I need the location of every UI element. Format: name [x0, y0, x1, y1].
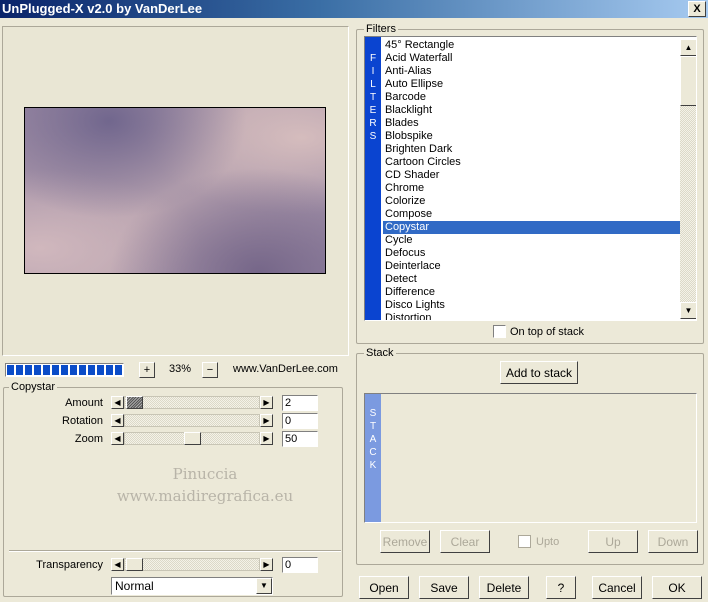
filter-list-item[interactable]: Colorize [383, 195, 680, 208]
amount-track[interactable] [124, 396, 260, 409]
strip-letter: L [370, 79, 376, 90]
filter-list-item[interactable]: Blobspike [383, 130, 680, 143]
zoom-param-decrease-button[interactable]: ◀ [111, 432, 124, 445]
zoom-in-button[interactable]: + [139, 362, 155, 378]
transparency-thumb[interactable] [126, 558, 143, 571]
preview-image[interactable] [24, 107, 326, 274]
filter-list-item[interactable]: Cartoon Circles [383, 156, 680, 169]
filter-list-item[interactable]: Barcode [383, 91, 680, 104]
rotation-decrease-button[interactable]: ◀ [111, 414, 124, 427]
filter-list-item[interactable]: Defocus [383, 247, 680, 260]
filter-list-item[interactable]: Brighten Dark [383, 143, 680, 156]
strip-letter: R [369, 118, 377, 129]
transparency-decrease-button[interactable]: ◀ [111, 558, 124, 571]
delete-button[interactable]: Delete [479, 576, 529, 599]
filter-list-item[interactable]: Blades [383, 117, 680, 130]
filter-scrollbar[interactable]: ▲ ▼ [680, 39, 696, 319]
help-button[interactable]: ? [546, 576, 576, 599]
filter-list-item[interactable]: Distortion [383, 312, 680, 320]
filter-list-item[interactable]: Copystar [383, 221, 680, 234]
amount-increase-button[interactable]: ▶ [260, 396, 273, 409]
strip-letter: T [369, 92, 377, 103]
transparency-input[interactable] [282, 557, 318, 573]
website-link[interactable]: www.VanDerLee.com [233, 363, 338, 375]
filters-group-title: Filters [364, 23, 398, 35]
filter-list-item[interactable]: Deinterlace [383, 260, 680, 273]
amount-input[interactable] [282, 395, 318, 411]
window-title: UnPlugged-X v2.0 by VanDerLee [2, 1, 203, 16]
zoom-param-thumb[interactable] [184, 432, 201, 445]
blend-mode-value: Normal [115, 579, 154, 593]
upto-label: Upto [536, 536, 560, 548]
filter-items: 45° Rectangle Acid Waterfall Anti-Alias Aut… [383, 39, 680, 320]
transparency-track[interactable] [124, 558, 260, 571]
filter-list-item[interactable]: CD Shader [383, 169, 680, 182]
down-button[interactable]: Down [648, 530, 698, 553]
title-bar: UnPlugged-X v2.0 by VanDerLee X [0, 0, 708, 18]
filters-strip: F I L T E R S [365, 37, 381, 320]
filter-list-item[interactable]: Chrome [383, 182, 680, 195]
strip-letter: E [369, 105, 377, 116]
cancel-button[interactable]: Cancel [592, 576, 642, 599]
strip-letter: S [369, 408, 377, 419]
filter-list-item[interactable]: Auto Ellipse [383, 78, 680, 91]
clear-button[interactable]: Clear [440, 530, 490, 553]
on-top-label: On top of stack [510, 326, 584, 338]
rotation-input[interactable] [282, 413, 318, 429]
zoom-param-input[interactable] [282, 431, 318, 447]
stack-strip: S T A C K [365, 394, 381, 522]
remove-button[interactable]: Remove [380, 530, 430, 553]
filter-list[interactable]: F I L T E R S 45° Rectangle Acid Waterfal… [364, 36, 697, 321]
stack-group-title: Stack [364, 347, 396, 359]
divider [9, 550, 341, 552]
zoom-out-button[interactable]: − [202, 362, 218, 378]
filter-list-item[interactable]: Anti-Alias [383, 65, 680, 78]
filter-list-item[interactable]: Difference [383, 286, 680, 299]
strip-letter: S [369, 131, 377, 142]
strip-letter: C [369, 447, 377, 458]
open-button[interactable]: Open [359, 576, 409, 599]
amount-decrease-button[interactable]: ◀ [111, 396, 124, 409]
blend-mode-select[interactable]: Normal ▼ [111, 577, 273, 595]
transparency-label: Transparency [36, 559, 103, 571]
close-button[interactable]: X [688, 1, 706, 17]
rotation-track[interactable] [124, 414, 260, 427]
upto-checkbox[interactable] [518, 535, 531, 548]
on-top-checkbox[interactable] [493, 325, 506, 338]
filter-list-item[interactable]: Disco Lights [383, 299, 680, 312]
rotation-increase-button[interactable]: ▶ [260, 414, 273, 427]
scroll-thumb[interactable] [680, 56, 696, 106]
watermark-url: www.maidiregrafica.eu [116, 487, 294, 505]
ok-button[interactable]: OK [652, 576, 702, 599]
filter-list-item[interactable]: Acid Waterfall [383, 52, 680, 65]
params-group-title: Copystar [9, 381, 58, 393]
scroll-up-button[interactable]: ▲ [680, 39, 696, 56]
zoom-level: 33% [168, 363, 192, 375]
amount-thumb[interactable] [126, 396, 143, 409]
transparency-increase-button[interactable]: ▶ [260, 558, 273, 571]
watermark-name: Pinuccia [172, 465, 238, 483]
up-button[interactable]: Up [588, 530, 638, 553]
chevron-down-icon[interactable]: ▼ [256, 578, 272, 594]
filter-list-item[interactable]: 45° Rectangle [383, 39, 680, 52]
add-to-stack-button[interactable]: Add to stack [500, 361, 578, 384]
progress-fill [7, 365, 122, 375]
filter-list-item[interactable]: Compose [383, 208, 680, 221]
save-button[interactable]: Save [419, 576, 469, 599]
strip-letter: T [369, 421, 377, 432]
filter-list-item[interactable]: Cycle [383, 234, 680, 247]
zoom-param-label: Zoom [74, 433, 103, 445]
stack-list[interactable]: S T A C K [364, 393, 697, 523]
progress-bar [5, 363, 124, 377]
filter-list-item[interactable]: Blacklight [383, 104, 680, 117]
filter-list-item[interactable]: Detect [383, 273, 680, 286]
strip-letter: K [369, 460, 377, 471]
strip-letter: I [371, 66, 375, 77]
strip-letter: F [369, 53, 377, 64]
zoom-param-increase-button[interactable]: ▶ [260, 432, 273, 445]
amount-label: Amount [65, 397, 103, 409]
scroll-down-button[interactable]: ▼ [680, 302, 696, 319]
rotation-label: Rotation [62, 415, 103, 427]
strip-letter: A [369, 434, 377, 445]
